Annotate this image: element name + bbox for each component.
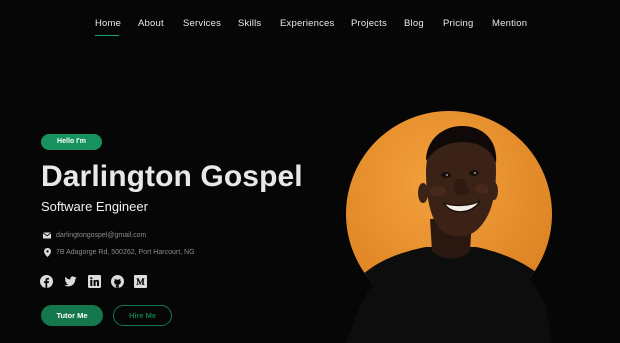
email-text[interactable]: darlingtongospel@gmail.com bbox=[56, 232, 146, 239]
github-icon[interactable] bbox=[111, 275, 124, 288]
tutor-me-button[interactable]: Tutor Me bbox=[41, 305, 103, 326]
hire-me-button[interactable]: Hire Me bbox=[113, 305, 172, 326]
hero-name: Darlington Gospel bbox=[41, 160, 303, 193]
address-row: 7B Adagorge Rd, 500262, Port Harcourt, N… bbox=[41, 246, 195, 258]
nav-active-indicator bbox=[95, 35, 119, 36]
location-pin-icon bbox=[41, 246, 53, 258]
nav-item-experiences[interactable]: Experiences bbox=[280, 18, 334, 29]
hello-badge: Hello I'm bbox=[41, 134, 102, 150]
nav-item-about[interactable]: About bbox=[138, 18, 164, 29]
hero-role: Software Engineer bbox=[41, 199, 148, 214]
nav-item-home[interactable]: Home bbox=[95, 18, 121, 29]
email-row: darlingtongospel@gmail.com bbox=[41, 229, 146, 241]
linkedin-icon[interactable] bbox=[88, 275, 101, 288]
nav-item-blog[interactable]: Blog bbox=[404, 18, 424, 29]
profile-photo bbox=[346, 111, 552, 343]
page: Home About Services Skills Experiences P… bbox=[0, 0, 620, 343]
address-text: 7B Adagorge Rd, 500262, Port Harcourt, N… bbox=[56, 248, 195, 256]
twitter-icon[interactable] bbox=[64, 275, 77, 288]
nav-item-projects[interactable]: Projects bbox=[351, 18, 387, 29]
nav-item-pricing[interactable]: Pricing bbox=[443, 18, 473, 29]
nav-item-skills[interactable]: Skills bbox=[238, 18, 261, 29]
medium-icon[interactable] bbox=[134, 275, 147, 288]
facebook-icon[interactable] bbox=[40, 275, 53, 288]
mail-icon bbox=[41, 229, 53, 241]
top-nav: Home About Services Skills Experiences P… bbox=[0, 0, 620, 48]
nav-item-mention[interactable]: Mention bbox=[492, 18, 527, 29]
nav-item-services[interactable]: Services bbox=[183, 18, 221, 29]
